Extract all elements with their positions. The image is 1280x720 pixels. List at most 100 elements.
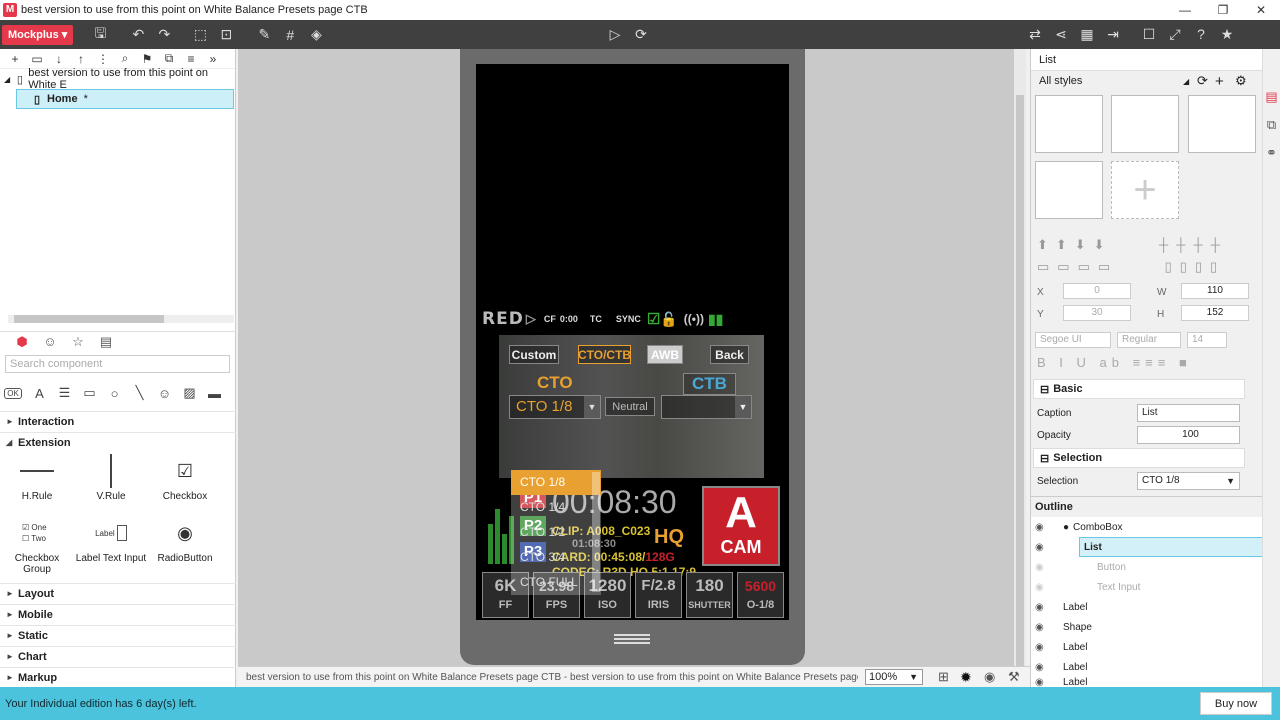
zoom-select[interactable]: 100% ▼ bbox=[865, 669, 923, 685]
text-format-tools[interactable]: B I U ab ≡≡≡ ■ bbox=[1037, 355, 1192, 370]
list-item[interactable]: CTO 3/4 bbox=[511, 545, 601, 570]
add-style-icon[interactable]: + bbox=[1111, 161, 1179, 219]
chevron-down-icon[interactable]: ▼ bbox=[584, 396, 600, 418]
y-input[interactable]: 30 bbox=[1063, 305, 1131, 321]
emoji-tab-icon[interactable]: ☺ bbox=[36, 334, 64, 349]
buy-now-button[interactable]: Buy now bbox=[1200, 692, 1272, 715]
tool-icon[interactable]: ⚒ bbox=[1008, 669, 1020, 685]
sync-icon[interactable]: ⟳ bbox=[630, 23, 652, 45]
section-markup[interactable]: ► Markup bbox=[0, 667, 236, 687]
neutral-button[interactable]: Neutral bbox=[605, 397, 655, 416]
button-shape-icon[interactable]: OK bbox=[4, 387, 22, 399]
collapse-icon[interactable]: ◢ bbox=[0, 75, 11, 84]
width-input[interactable]: 110 bbox=[1181, 283, 1249, 299]
list-item[interactable]: CTO FULL bbox=[511, 570, 601, 595]
sun-icon[interactable]: ✹ bbox=[960, 669, 972, 686]
cam-button[interactable]: A CAM bbox=[702, 486, 780, 566]
window-icon[interactable]: ☐ bbox=[1138, 23, 1160, 45]
page-home[interactable]: ▯ Home * bbox=[16, 89, 234, 109]
custom-button[interactable]: Custom bbox=[509, 345, 559, 364]
caption-input[interactable]: List bbox=[1137, 404, 1240, 422]
section-extension[interactable]: ◢ Extension bbox=[0, 432, 236, 452]
param-iris[interactable]: F/2.8 IRIS bbox=[635, 572, 682, 618]
move-up-icon[interactable]: ↑ bbox=[70, 52, 92, 66]
template-tab-icon[interactable]: ▤ bbox=[92, 334, 120, 350]
gear-icon[interactable]: ⚙ bbox=[1235, 73, 1247, 89]
frame-icon[interactable]: ⬚ bbox=[189, 24, 211, 46]
grid-icon[interactable]: # bbox=[279, 24, 301, 46]
cto-dropdown-list[interactable]: CTO 1/8 CTO 1/4 CTO 1/2 CTO 3/4 CTO FULL bbox=[511, 470, 601, 595]
section-chart[interactable]: ► Chart bbox=[0, 646, 236, 666]
fullscreen-icon[interactable]: ⤢ bbox=[1164, 23, 1186, 45]
redo-icon[interactable]: ↷ bbox=[153, 24, 175, 46]
minimize-icon[interactable]: — bbox=[1166, 0, 1204, 20]
font-family-select[interactable]: Segoe UI bbox=[1035, 332, 1111, 348]
eye-icon[interactable]: ◉ bbox=[1035, 582, 1053, 593]
awb-button[interactable]: AWB bbox=[647, 345, 683, 364]
component-label-text-input[interactable]: Label Label Text Input bbox=[74, 513, 148, 564]
outline-label-selected[interactable]: List bbox=[1079, 537, 1263, 557]
close-icon[interactable]: ✕ bbox=[1242, 0, 1280, 20]
copy-icon[interactable]: ⧉ bbox=[158, 51, 180, 66]
component-vrule[interactable]: V.Rule bbox=[74, 451, 148, 502]
save-icon[interactable]: 🖫 bbox=[89, 24, 111, 46]
project-root[interactable]: ◢ ▯ best version to use from this point … bbox=[0, 67, 235, 91]
tree-icon[interactable]: ⋮ bbox=[92, 52, 114, 66]
outline-item[interactable]: ◉ Label bbox=[1031, 597, 1263, 617]
text-icon[interactable]: A bbox=[27, 386, 52, 401]
input-icon[interactable]: ▬ bbox=[202, 386, 227, 401]
components-tab-icon[interactable]: ⬢ bbox=[8, 334, 36, 350]
smiley-icon[interactable]: ☺ bbox=[152, 386, 177, 401]
refresh-icon[interactable]: ⟳ bbox=[1197, 73, 1208, 89]
section-static[interactable]: ► Static bbox=[0, 625, 236, 645]
ctb-combobox[interactable]: ▼ bbox=[661, 395, 752, 419]
restore-icon[interactable]: ❐ bbox=[1204, 0, 1242, 20]
circle-icon[interactable]: ○ bbox=[102, 386, 127, 401]
share-icon[interactable]: ⋖ bbox=[1050, 23, 1072, 45]
eye-icon[interactable]: ◉ bbox=[1035, 522, 1053, 533]
component-hrule[interactable]: H.Rule bbox=[0, 451, 74, 502]
flag-icon[interactable]: ⚑ bbox=[136, 52, 158, 66]
mockplus-menu-button[interactable]: Mockplus ▾ bbox=[2, 24, 74, 45]
account-icon[interactable]: ★ bbox=[1216, 23, 1238, 45]
interaction-tab-icon[interactable]: ⧉ bbox=[1263, 117, 1280, 133]
style-thumbnail[interactable] bbox=[1188, 95, 1256, 153]
outline-item[interactable]: ◉ Button bbox=[1031, 557, 1263, 577]
align-tools[interactable]: ⬆⬆⬇⬇ ┼┼┼┼ bbox=[1037, 237, 1228, 253]
outline-item[interactable]: ◉ List bbox=[1031, 537, 1263, 557]
eye-icon[interactable]: ◉ bbox=[1035, 542, 1053, 553]
section-interaction[interactable]: ► Interaction bbox=[0, 411, 236, 431]
component-search-input[interactable]: Search component bbox=[5, 355, 230, 373]
eye-icon[interactable]: ◉ bbox=[1035, 602, 1053, 613]
layout-icon[interactable]: ⊞ bbox=[938, 669, 949, 685]
list-item[interactable]: CTO 1/2 bbox=[511, 520, 601, 545]
style-thumbnail[interactable] bbox=[1035, 95, 1103, 153]
brush-icon[interactable]: ✎ bbox=[253, 24, 275, 46]
selection-select[interactable]: CTO 1/8 ▼ bbox=[1137, 472, 1240, 490]
eye-icon[interactable]: ◉ bbox=[1035, 642, 1053, 653]
design-canvas[interactable]: RED ▷ CF 0:00 TC SYNC ☑ 🔓 ((•)) ▮▮ Custo… bbox=[238, 49, 1014, 666]
add-icon[interactable]: + bbox=[4, 52, 26, 66]
style-thumbnail[interactable] bbox=[1035, 161, 1103, 219]
x-input[interactable]: 0 bbox=[1063, 283, 1131, 299]
distribute-tools[interactable]: ▭▭▭▭ ▯▯▯▯ bbox=[1037, 259, 1225, 275]
eye-icon[interactable]: ◉ bbox=[1035, 677, 1053, 687]
tree-scrollbar[interactable] bbox=[8, 315, 234, 323]
outline-item[interactable]: ◉ Shape bbox=[1031, 617, 1263, 637]
export-icon[interactable]: ⇥ bbox=[1102, 23, 1124, 45]
link-tab-icon[interactable]: ⚭ bbox=[1263, 145, 1280, 161]
outline-item[interactable]: ◉ Label bbox=[1031, 677, 1263, 687]
section-layout[interactable]: ► Layout bbox=[0, 583, 236, 603]
opacity-input[interactable]: 100 bbox=[1137, 426, 1240, 444]
list-icon[interactable]: ≡ bbox=[180, 52, 202, 66]
canvas-scrollbar[interactable] bbox=[1014, 49, 1026, 685]
cto-combobox[interactable]: CTO 1/8 ▼ bbox=[509, 395, 601, 419]
outline-item[interactable]: ◉ ● ComboBox bbox=[1031, 517, 1263, 537]
eye-icon[interactable]: ◉ bbox=[984, 669, 995, 685]
component-checkbox-group[interactable]: ☑ One ☐ Two Checkbox Group bbox=[0, 513, 74, 575]
folder-icon[interactable]: ▭ bbox=[26, 52, 48, 66]
add-icon[interactable]: + bbox=[1215, 73, 1224, 90]
chevron-down-icon[interactable]: ◢ bbox=[1183, 77, 1189, 86]
play-icon[interactable]: ▷ bbox=[604, 23, 626, 45]
swap-icon[interactable]: ⇄ bbox=[1024, 23, 1046, 45]
